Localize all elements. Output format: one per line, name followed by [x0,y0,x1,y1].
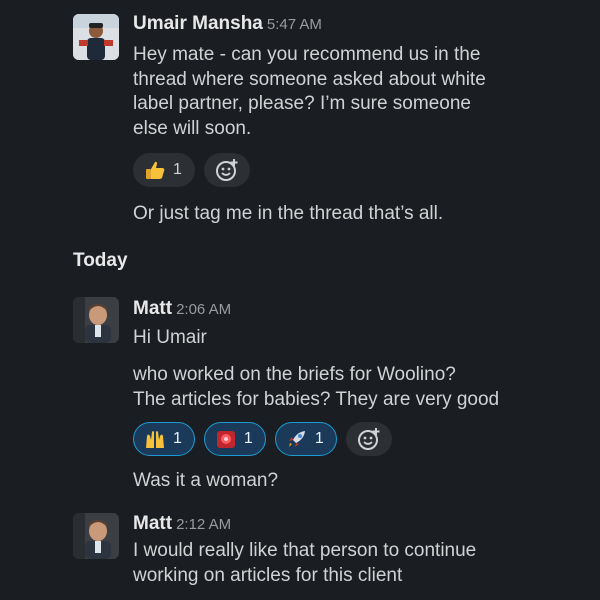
message-text: Hey mate - can you recommend us in the t… [133,43,573,141]
avatar[interactable] [73,513,119,559]
message-author[interactable]: Matt 2:12 AM [133,513,231,535]
add-reaction-button[interactable] [345,422,392,456]
reactions-bar: 1 [133,153,250,187]
message-line: I would really like that person to conti… [133,540,477,561]
message-line: else will soon. [133,117,252,139]
reaction-rotating-light[interactable]: 1 [203,422,266,456]
message-line: thread where someone asked about white [133,68,486,90]
message-author[interactable]: Matt 2:06 AM [133,298,231,320]
message-timestamp[interactable]: 2:06 AM [176,301,231,318]
message-text: Hi Umair [133,327,207,348]
author-name[interactable]: Matt [133,298,172,319]
message-timestamp[interactable]: 2:12 AM [176,516,231,533]
message-author[interactable]: Umair Mansha 5:47 AM [133,13,322,35]
rocket-icon [286,428,308,450]
message-followup: Was it a woman? [133,470,279,491]
message-line: who worked on the briefs for Woolino? [133,364,456,385]
reaction-count: 1 [314,430,324,447]
reaction-thumbs-up[interactable]: 1 [133,153,195,187]
reaction-raised-hands[interactable]: 1 [133,422,195,456]
message-line: Hey mate - can you recommend us in the [133,44,481,65]
reaction-count: 1 [173,161,182,178]
author-name[interactable]: Umair Mansha [133,13,263,34]
message-text: who worked on the briefs for Woolino? Th… [133,363,573,412]
add-emoji-icon [357,428,380,450]
reaction-count: 1 [173,430,182,447]
raised-hands-icon [144,428,166,450]
message-text: I would really like that person to conti… [133,539,573,588]
message-line: label partner, please? I’m sure someone [133,93,471,114]
thumbs-up-icon [144,159,166,181]
avatar[interactable] [73,14,119,60]
message-line: working on articles for this client [133,564,403,586]
reaction-rocket[interactable]: 1 [274,422,337,456]
day-divider: Today [73,250,128,271]
message-timestamp[interactable]: 5:47 AM [267,16,322,33]
rotating-light-icon [215,428,237,450]
add-reaction-button[interactable] [203,153,250,187]
message-followup: Or just tag me in the thread that’s all. [133,203,444,224]
author-name[interactable]: Matt [133,513,172,534]
avatar[interactable] [73,297,119,343]
reaction-count: 1 [243,430,253,447]
message-line: The articles for babies? They are very g… [133,388,500,410]
add-emoji-icon [215,159,238,181]
reactions-bar: 1 1 1 [133,422,392,456]
